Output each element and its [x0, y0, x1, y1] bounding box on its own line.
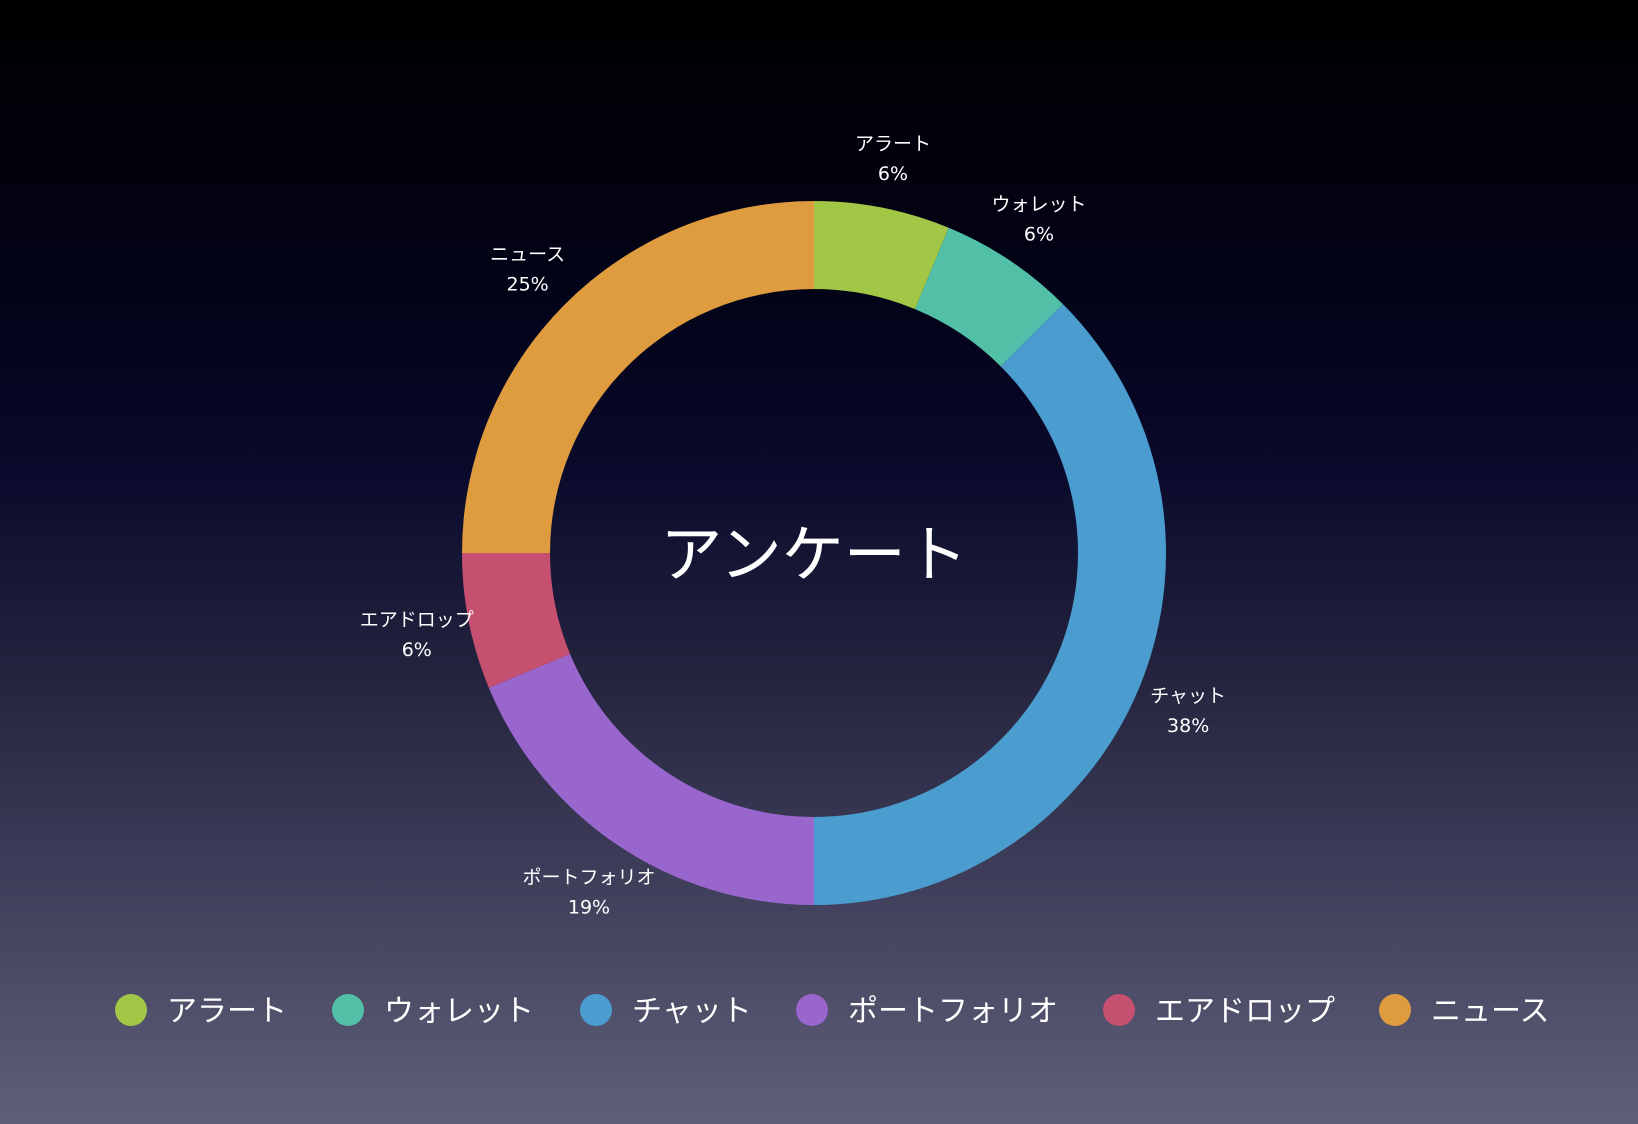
legend-label: ニュース: [1431, 994, 1550, 1029]
legend-swatch: [580, 994, 612, 1026]
slice-category-label: ニュース: [490, 244, 565, 266]
slice-value-label: 19%: [568, 897, 610, 919]
legend-swatch: [1379, 994, 1411, 1026]
slice-value-label: 6%: [878, 163, 908, 185]
donut-chart: アラート 6% ウォレット 6% チャット 38% ポートフォリオ 19% エアドロップ 6% ニュ…: [115, 133, 1550, 1029]
slice-category-label: ポートフォリオ: [522, 867, 655, 889]
pie-slice: [814, 304, 1166, 906]
slice-category-label: エアドロップ: [360, 609, 474, 631]
slice-value-label: 6%: [402, 639, 432, 661]
slice-value-label: 38%: [1167, 715, 1209, 737]
legend-label: ポートフォリオ: [848, 994, 1058, 1029]
slice-value-label: 6%: [1024, 223, 1054, 245]
legend-swatch: [115, 994, 147, 1026]
legend-label: チャット: [632, 994, 752, 1029]
legend-swatch: [1103, 994, 1135, 1026]
slice-category-label: チャット: [1150, 685, 1226, 707]
legend-label: アラート: [167, 994, 287, 1029]
chart-title: アンケート: [660, 518, 968, 591]
chart-legend: アラート ウォレット チャット ポートフォリオ エアドロップ ニュース: [115, 994, 1550, 1029]
slice-value-label: 25%: [507, 274, 549, 296]
legend-swatch: [332, 994, 364, 1026]
legend-label: エアドロップ: [1155, 994, 1335, 1029]
legend-swatch: [796, 994, 828, 1026]
legend-label: ウォレット: [384, 994, 534, 1029]
slice-category-label: ウォレット: [991, 193, 1086, 215]
slice-category-label: アラート: [855, 133, 931, 155]
